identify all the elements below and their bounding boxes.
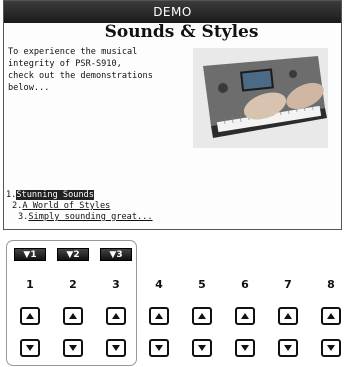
column-number-4: 4 — [155, 278, 163, 291]
menu-item[interactable]: 2.A World of Styles — [6, 201, 153, 212]
tab-button-3[interactable]: ▼3 — [100, 248, 132, 261]
up-arrow-icon — [26, 313, 34, 319]
down-button-5[interactable] — [192, 339, 212, 357]
up-arrow-icon — [241, 313, 249, 319]
down-button-7[interactable] — [278, 339, 298, 357]
up-arrow-icon — [327, 313, 335, 319]
tab-button-2[interactable]: ▼2 — [57, 248, 89, 261]
up-button-6[interactable] — [235, 307, 255, 325]
up-button-8[interactable] — [321, 307, 341, 325]
column-number-3: 3 — [112, 278, 120, 291]
down-arrow-icon — [26, 345, 34, 351]
up-arrow-icon — [69, 313, 77, 319]
down-arrow-icon — [284, 345, 292, 351]
column-number-2: 2 — [69, 278, 77, 291]
up-button-3[interactable] — [106, 307, 126, 325]
down-arrow-icon — [69, 345, 77, 351]
down-arrow-icon — [155, 345, 163, 351]
column-number-6: 6 — [241, 278, 249, 291]
menu-item[interactable]: 1.Stunning Sounds — [6, 190, 153, 201]
column-number-5: 5 — [198, 278, 206, 291]
up-button-7[interactable] — [278, 307, 298, 325]
down-arrow-icon — [241, 345, 249, 351]
demo-menu: 1.Stunning Sounds 2.A World of Styles 3.… — [6, 190, 153, 223]
down-arrow-icon — [112, 345, 120, 351]
page-title: Sounds & Styles — [104, 22, 259, 42]
up-arrow-icon — [198, 313, 206, 319]
up-arrow-icon — [284, 313, 292, 319]
intro-text: To experience the musical integrity of P… — [8, 47, 153, 93]
window-title: DEMO — [4, 1, 341, 23]
tab-button-1[interactable]: ▼1 — [14, 248, 46, 261]
down-button-6[interactable] — [235, 339, 255, 357]
menu-item[interactable]: 3.Simply sounding great... — [6, 212, 153, 223]
column-number-8: 8 — [327, 278, 335, 291]
down-arrow-icon — [327, 345, 335, 351]
up-button-2[interactable] — [63, 307, 83, 325]
down-button-1[interactable] — [20, 339, 40, 357]
down-arrow-icon — [198, 345, 206, 351]
menu-item-simply-sounding-great[interactable]: Simply sounding great... — [28, 212, 152, 222]
up-button-1[interactable] — [20, 307, 40, 325]
column-number-7: 7 — [284, 278, 292, 291]
menu-item-stunning-sounds[interactable]: Stunning Sounds — [16, 190, 94, 200]
down-button-2[interactable] — [63, 339, 83, 357]
menu-number: 2. — [12, 201, 23, 211]
up-button-4[interactable] — [149, 307, 169, 325]
down-button-8[interactable] — [321, 339, 341, 357]
menu-number: 3. — [18, 212, 29, 222]
menu-item-world-of-styles[interactable]: A World of Styles — [22, 201, 110, 211]
up-button-5[interactable] — [192, 307, 212, 325]
down-button-3[interactable] — [106, 339, 126, 357]
up-arrow-icon — [155, 313, 163, 319]
down-button-4[interactable] — [149, 339, 169, 357]
column-number-1: 1 — [26, 278, 34, 291]
menu-number: 1. — [6, 190, 17, 200]
keyboard-photo — [193, 48, 328, 148]
up-arrow-icon — [112, 313, 120, 319]
